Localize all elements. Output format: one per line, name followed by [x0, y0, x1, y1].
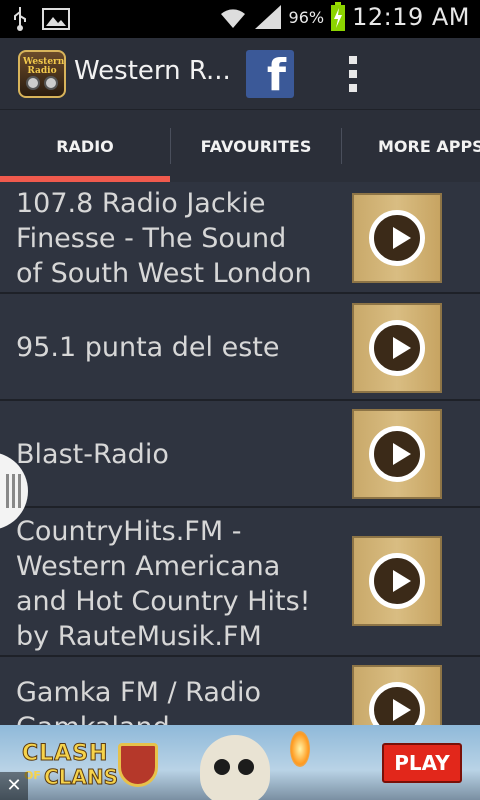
play-icon: [369, 210, 425, 266]
torch-flame-image: [290, 731, 310, 767]
station-name: Blast-Radio: [16, 439, 169, 470]
action-bar: Western Radio Western R... f: [0, 38, 480, 110]
battery-percent: 96%: [288, 7, 325, 27]
list-item[interactable]: Gamka FM / Radio Gamkaland: [0, 657, 480, 725]
signal-icon: [254, 5, 281, 29]
station-list[interactable]: 107.8 Radio Jackie Finesse - The Sound o…: [0, 182, 480, 725]
play-button[interactable]: [352, 193, 442, 283]
station-name: CountryHits.FM - Western Americana and H…: [16, 516, 311, 652]
radio-knob-icon: [26, 76, 40, 90]
list-item[interactable]: CountryHits.FM - Western Americana and H…: [0, 508, 480, 657]
ad-play-button[interactable]: PLAY: [382, 743, 462, 783]
facebook-icon: f: [266, 50, 286, 98]
list-item[interactable]: 95.1 punta del este: [0, 294, 480, 401]
clock: 12:19 AM: [352, 3, 470, 31]
play-icon: [369, 426, 425, 482]
list-item[interactable]: 107.8 Radio Jackie Finesse - The Sound o…: [0, 182, 480, 294]
station-name: 107.8 Radio Jackie Finesse - The Sound o…: [16, 188, 312, 289]
play-icon: [369, 682, 425, 725]
ad-game-logo: CLASH OF CLANS: [21, 739, 162, 790]
list-item[interactable]: Blast-Radio: [0, 401, 480, 508]
wifi-icon: [220, 9, 245, 28]
app-logo[interactable]: Western Radio: [18, 50, 66, 98]
tab-more-apps[interactable]: MORE APPS: [342, 110, 480, 182]
image-icon: [42, 8, 70, 30]
shield-icon: [118, 743, 158, 787]
play-button[interactable]: [352, 665, 442, 725]
play-button[interactable]: [352, 536, 442, 626]
tab-radio[interactable]: RADIO: [0, 110, 170, 182]
play-icon: [369, 320, 425, 376]
play-button[interactable]: [352, 409, 442, 499]
facebook-button[interactable]: f: [246, 50, 294, 98]
tab-favourites[interactable]: FAVOURITES: [171, 110, 341, 182]
app-logo-text: Western Radio: [23, 57, 65, 76]
usb-icon: [14, 7, 26, 31]
ad-logo-line2: CLANS: [43, 765, 119, 790]
status-bar: 96% 12:19 AM: [0, 0, 480, 38]
play-button[interactable]: [352, 303, 442, 393]
station-name: Gamka FM / Radio Gamkaland: [16, 677, 262, 725]
tab-bar: RADIO FAVOURITES MORE APPS: [0, 110, 480, 182]
radio-knob-icon: [44, 76, 58, 90]
skull-character-image: [200, 735, 270, 800]
ad-banner[interactable]: CLASH OF CLANS PLAY ✕: [0, 725, 480, 800]
play-icon: [369, 553, 425, 609]
battery-charging-icon: [331, 2, 346, 31]
app-title: Western R...: [74, 56, 231, 86]
station-name: 95.1 punta del este: [16, 332, 280, 363]
overflow-menu-icon[interactable]: [340, 52, 366, 96]
close-icon[interactable]: ✕: [0, 772, 28, 800]
ad-logo-line1: CLASH: [21, 741, 109, 767]
